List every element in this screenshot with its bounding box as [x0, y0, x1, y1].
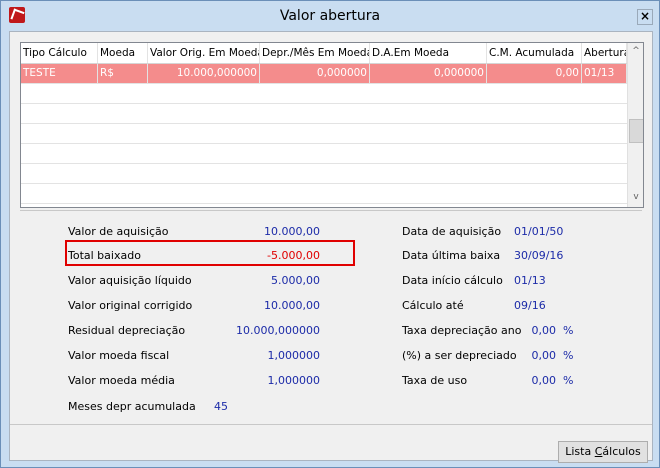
lista-calculos-label-suffix: álculos [602, 445, 641, 458]
footer-divider [10, 424, 652, 425]
cell-moeda: R$ [98, 64, 148, 83]
column-header-depr-mes[interactable]: Depr./Mês Em Moeda [260, 43, 370, 63]
label-valor-aquisicao: Valor de aquisição [68, 225, 169, 238]
cell-cm-acumulada: 0,00 [487, 64, 582, 83]
dialog-window: Valor abertura × Tipo Cálculo Moeda Valo… [0, 0, 660, 468]
label-percent-a-ser-depreciado: (%) a ser depreciado [402, 349, 517, 362]
unit-percent-a-ser-depreciado: % [563, 349, 574, 362]
label-taxa-de-uso: Taxa de uso [402, 374, 468, 387]
value-data-ultima-baixa: 30/09/16 [514, 249, 564, 262]
cell-da-moeda: 0,000000 [370, 64, 487, 83]
label-calculo-ate: Cálculo até [402, 299, 464, 312]
label-valor-original-corrigido: Valor original corrigido [68, 299, 193, 312]
section-divider [20, 210, 642, 211]
value-total-baixado: -5.000,00 [267, 249, 320, 262]
value-data-inicio-calculo: 01/13 [514, 274, 546, 287]
value-residual-depreciacao: 10.000,000000 [236, 324, 320, 337]
table-row[interactable] [21, 124, 627, 144]
dialog-body: Tipo Cálculo Moeda Valor Orig. Em Moeda … [9, 31, 653, 463]
label-total-baixado: Total baixado [68, 249, 141, 262]
value-valor-aquisicao-liquido: 5.000,00 [271, 274, 320, 287]
lista-calculos-button[interactable]: Lista Cálculos [558, 441, 648, 463]
label-data-inicio-calculo: Data início cálculo [402, 274, 503, 287]
value-valor-moeda-media: 1,000000 [267, 374, 321, 387]
value-data-aquisicao: 01/01/50 [514, 225, 564, 238]
label-data-aquisicao: Data de aquisição [402, 225, 502, 238]
lista-calculos-label-prefix: Lista [565, 445, 595, 458]
label-valor-aquisicao-liquido: Valor aquisição líquido [68, 274, 192, 287]
table-row[interactable] [21, 184, 627, 204]
window-title: Valor abertura [279, 8, 381, 24]
scroll-up-icon[interactable]: ^ [628, 43, 643, 59]
unit-taxa-depreciacao-ano: % [563, 324, 574, 337]
label-meses-depr-acumulada: Meses depr acumulada [68, 400, 196, 413]
value-valor-aquisicao: 10.000,00 [264, 225, 320, 238]
cell-abertura: 01/13 [582, 64, 627, 83]
title-bar[interactable]: Valor abertura × [1, 1, 659, 29]
asset-values-panel: Valor de aquisição 10.000,00 Total baixa… [20, 212, 642, 424]
value-percent-a-ser-depreciado: 0,00 [531, 349, 557, 362]
vertical-scrollbar[interactable]: ^ v [627, 43, 643, 207]
label-valor-moeda-media: Valor moeda média [68, 374, 175, 387]
value-valor-original-corrigido: 10.000,00 [264, 299, 320, 312]
grid-header: Tipo Cálculo Moeda Valor Orig. Em Moeda … [21, 43, 627, 64]
column-header-abertura[interactable]: Abertura [582, 43, 627, 63]
unit-taxa-de-uso: % [563, 374, 574, 387]
table-row[interactable] [21, 144, 627, 164]
label-data-ultima-baixa: Data última baixa [402, 249, 501, 262]
scroll-down-icon[interactable]: v [628, 189, 643, 205]
value-calculo-ate: 09/16 [514, 299, 546, 312]
table-row[interactable] [21, 164, 627, 184]
column-header-cm-acumulada[interactable]: C.M. Acumulada [487, 43, 582, 63]
calculation-grid: Tipo Cálculo Moeda Valor Orig. Em Moeda … [20, 42, 644, 208]
close-button[interactable]: × [637, 9, 653, 25]
value-taxa-de-uso: 0,00 [531, 374, 557, 387]
cell-depr-mes: 0,000000 [260, 64, 370, 83]
label-valor-moeda-fiscal: Valor moeda fiscal [68, 349, 170, 362]
label-taxa-depreciacao-ano: Taxa depreciação ano [402, 324, 522, 337]
scroll-thumb[interactable] [629, 119, 643, 143]
table-row-selected[interactable]: TESTE R$ 10.000,000000 0,000000 0,000000… [21, 64, 627, 84]
value-valor-moeda-fiscal: 1,000000 [267, 349, 321, 362]
label-residual-depreciacao: Residual depreciação [68, 324, 186, 337]
value-taxa-depreciacao-ano: 0,00 [531, 324, 557, 337]
cell-valor-orig: 10.000,000000 [148, 64, 260, 83]
column-header-valor-orig[interactable]: Valor Orig. Em Moeda [148, 43, 260, 63]
cell-tipo-calculo: TESTE [21, 64, 98, 83]
column-header-moeda[interactable]: Moeda [98, 43, 148, 63]
column-header-da-moeda[interactable]: D.A.Em Moeda [370, 43, 487, 63]
value-meses-depr-acumulada: 45 [214, 400, 228, 413]
column-header-tipo-calculo[interactable]: Tipo Cálculo [21, 43, 98, 63]
table-row[interactable] [21, 84, 627, 104]
table-row[interactable] [21, 104, 627, 124]
